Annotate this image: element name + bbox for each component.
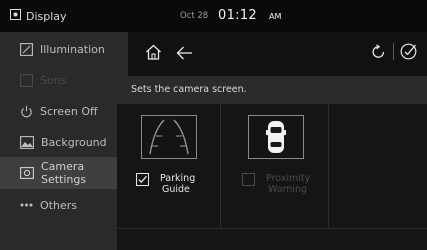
background-image-icon: [20, 135, 34, 149]
app-title: Display: [10, 6, 67, 26]
parking-guide-lines-icon: [149, 119, 189, 155]
parking-guide-checkbox[interactable]: [136, 173, 149, 186]
power-icon: [21, 105, 32, 117]
sidebar-item-label: Background: [41, 135, 107, 149]
sidebar-item-others[interactable]: Others: [0, 189, 128, 221]
option-divider: [220, 104, 221, 228]
sidebar-item-label: Illumination: [40, 42, 105, 56]
panel-divider: [117, 228, 427, 229]
car-proximity-icon: [266, 121, 286, 153]
clock-date: Oct 28: [180, 11, 209, 21]
sidebar-item-background[interactable]: Background: [0, 126, 128, 158]
reset-button[interactable]: [371, 44, 386, 63]
parking-guide-label: Parking Guide: [160, 173, 195, 195]
back-arrow-icon: [176, 46, 192, 60]
sidebar-item-screen-off[interactable]: Screen Off: [0, 95, 128, 127]
reset-icon: [372, 44, 385, 58]
proximity-warning-thumbnail: [248, 115, 304, 159]
clock-time: 01:12: [218, 8, 257, 23]
back-button[interactable]: [176, 45, 193, 64]
parking-guide-label-line2: Guide: [162, 184, 190, 195]
proximity-warning-label: Proximity Warning: [266, 173, 310, 195]
proximity-warning-label-line2: Warning: [268, 184, 308, 195]
sidebar-item-illumination[interactable]: Illumination: [0, 33, 128, 65]
sidebar-item-label: Camera Settings: [41, 160, 87, 186]
toolbar-divider: [393, 43, 394, 60]
display-settings-icon: [10, 9, 21, 23]
app-title-text: Display: [26, 9, 67, 23]
confirm-button[interactable]: [400, 43, 417, 64]
illumination-icon: [20, 42, 33, 56]
proximity-warning-checkbox: [242, 173, 255, 186]
sidebar-item-camera-settings[interactable]: Camera Settings: [0, 157, 128, 189]
sidebar-item-label: Screen Off: [40, 104, 98, 118]
sidebar-item-sons: Sons: [0, 64, 128, 96]
checkmark-icon: [138, 175, 147, 184]
sound-icon: [20, 73, 33, 87]
camera-icon: [20, 167, 34, 179]
proximity-warning-label-line1: Proximity: [266, 173, 311, 184]
parking-guide-label-line1: Parking: [160, 173, 196, 184]
confirm-check-icon: [400, 43, 417, 60]
clock-ampm: AM: [269, 12, 282, 21]
parking-guide-thumbnail[interactable]: [141, 115, 197, 159]
more-dots-icon: [20, 203, 33, 207]
sidebar-item-label: Sons: [40, 73, 67, 87]
option-divider: [328, 104, 329, 228]
hint-text: Sets the camera screen.: [131, 84, 247, 95]
sidebar-item-label: Others: [40, 198, 77, 212]
home-button[interactable]: [145, 44, 162, 64]
sidebar: Illumination Sons Screen Off Background …: [0, 32, 128, 250]
home-icon: [146, 44, 161, 60]
